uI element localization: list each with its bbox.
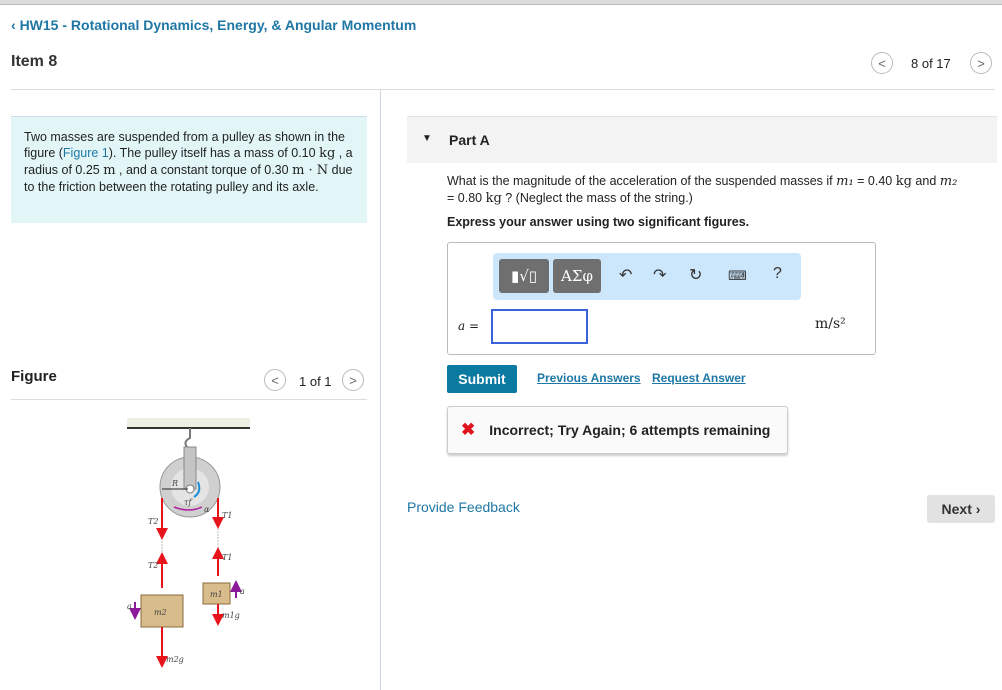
label-m1: m1: [210, 590, 223, 599]
collapse-triangle-icon[interactable]: ▼: [422, 133, 432, 144]
reset-icon[interactable]: ↻: [689, 265, 702, 285]
redo-icon[interactable]: ↷: [653, 265, 666, 285]
instructions: Express your answer using two significan…: [447, 215, 749, 229]
previous-answers-link[interactable]: Previous Answers: [537, 371, 641, 385]
text: ). The pulley itself has a mass of 0.10: [109, 146, 319, 160]
label-a: a: [127, 602, 132, 611]
next-label: Next: [942, 501, 972, 517]
var-m1: m₁: [836, 174, 854, 189]
text: , and a constant torque of 0.30: [116, 163, 293, 177]
previous-item-button[interactable]: <: [871, 52, 893, 74]
label-T2: T2: [148, 517, 158, 526]
text: and: [912, 174, 940, 188]
pulley-figure: R τf α T2 T2 T1 T1 m2 m1 m2g m1g a a: [110, 410, 270, 680]
question-text: What is the magnitude of the acceleratio…: [447, 173, 997, 207]
label-m2: m2: [154, 608, 167, 617]
divider: [11, 399, 367, 400]
label-T2: T2: [148, 561, 158, 570]
unit: m · N: [292, 163, 328, 178]
column-divider: [380, 90, 381, 690]
part-a-header[interactable]: ▼ Part A: [407, 116, 997, 163]
label-m1g: m1g: [222, 611, 240, 620]
unit-label: m/s²: [815, 316, 846, 332]
assignment-title: HW15 - Rotational Dynamics, Energy, & An…: [20, 17, 417, 33]
answer-input[interactable]: [491, 309, 588, 344]
feedback-message: ✖ Incorrect; Try Again; 6 attempts remain…: [447, 406, 788, 454]
request-answer-link[interactable]: Request Answer: [652, 371, 746, 385]
ceiling: [127, 418, 250, 428]
hook: [185, 428, 190, 448]
next-item-button[interactable]: >: [970, 52, 992, 74]
item-title: Item 8: [11, 53, 57, 71]
next-button[interactable]: Next ›: [927, 495, 995, 523]
part-title: Part A: [449, 132, 490, 148]
variable-label: a =: [458, 319, 479, 333]
unit: kg: [896, 174, 912, 189]
back-to-assignment-link[interactable]: ‹ HW15 - Rotational Dynamics, Energy, & …: [11, 17, 416, 33]
text: = 0.40: [854, 174, 896, 188]
math-toolbar: ▮√▯ ΑΣφ ↶ ↷ ↻ ⌨ ?: [493, 253, 801, 300]
unit: m: [103, 163, 115, 178]
label-R: R: [171, 479, 178, 488]
figure-prev-button[interactable]: <: [264, 369, 286, 391]
label-T1: T1: [222, 511, 232, 520]
figure-title: Figure: [11, 368, 57, 385]
figure-link[interactable]: Figure 1: [63, 146, 109, 160]
text: = 0.80: [447, 191, 486, 205]
templates-button[interactable]: ▮√▯: [499, 259, 549, 293]
divider: [11, 89, 995, 90]
unit: kg: [319, 146, 335, 161]
error-x-icon: ✖: [461, 420, 475, 440]
help-button[interactable]: ?: [773, 265, 782, 283]
chevron-right-icon: ›: [972, 501, 981, 517]
text: What is the magnitude of the acceleratio…: [447, 174, 836, 188]
submit-button[interactable]: Submit: [447, 365, 517, 393]
text: ? (Neglect the mass of the string.): [502, 191, 693, 205]
label-a: a: [240, 587, 245, 596]
item-pager: 8 of 17: [911, 56, 951, 71]
symbols-button[interactable]: ΑΣφ: [553, 259, 601, 293]
label-m2g: m2g: [166, 655, 184, 664]
browser-top-bar: [0, 0, 1002, 5]
undo-icon[interactable]: ↶: [619, 265, 632, 285]
problem-statement: Two masses are suspended from a pulley a…: [11, 116, 367, 223]
figure-next-button[interactable]: >: [342, 369, 364, 391]
unit: kg: [486, 191, 502, 206]
keyboard-icon[interactable]: ⌨: [728, 268, 747, 284]
provide-feedback-link[interactable]: Provide Feedback: [407, 499, 520, 515]
figure-pager: 1 of 1: [299, 374, 332, 389]
feedback-text: Incorrect; Try Again; 6 attempts remaini…: [489, 422, 770, 438]
label-T1: T1: [222, 553, 232, 562]
chevron-left-icon: ‹: [11, 17, 20, 33]
var-m2: m₂: [940, 174, 958, 189]
label-alpha: α: [204, 505, 210, 514]
